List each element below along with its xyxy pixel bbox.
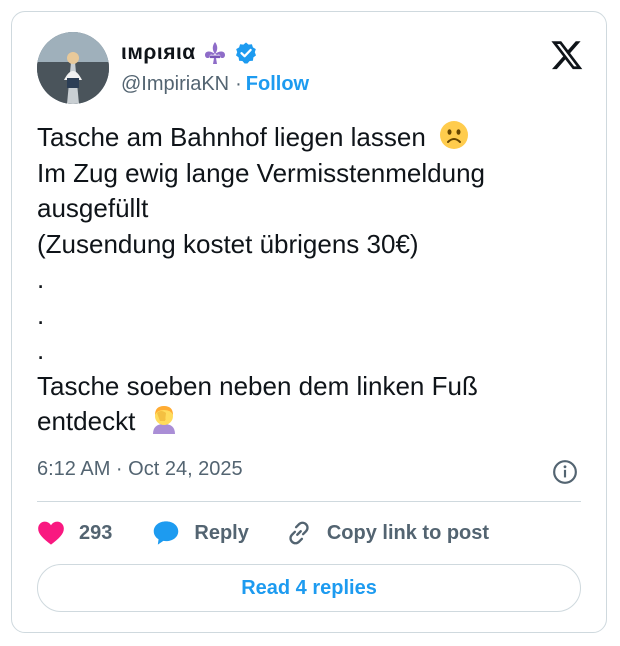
frown-emoji-icon <box>440 121 469 149</box>
author-handle-row: @ImpiriaKN · Follow <box>121 73 309 96</box>
post-line: Tasche am Bahnhof liegen lassen <box>37 120 587 156</box>
follow-button[interactable]: Follow <box>246 73 309 96</box>
action-bar: 293 Reply Copy link to post <box>37 518 489 548</box>
author-name-row: ιмριяια <box>121 40 258 66</box>
author-avatar[interactable] <box>37 32 109 104</box>
post-line-text: entdeckt <box>37 406 136 436</box>
copy-link-button[interactable]: Copy link to post <box>285 519 489 547</box>
post-line: ausgefüllt <box>37 193 149 223</box>
avatar-image <box>37 32 109 104</box>
post-line: . <box>37 264 45 294</box>
verified-badge-icon <box>235 42 256 64</box>
post-line: . <box>37 335 45 365</box>
post-line-text: Tasche am Bahnhof liegen lassen <box>37 122 426 152</box>
x-logo-icon[interactable] <box>550 38 584 72</box>
link-icon <box>289 521 309 545</box>
post-line: . <box>37 299 45 330</box>
copy-link-label: Copy link to post <box>326 521 490 544</box>
post-line: entdeckt <box>37 404 587 440</box>
post-line: Im Zug ewig lange Vermisstenmeldung <box>37 157 486 188</box>
handle-separator: · <box>235 73 242 95</box>
author-handle[interactable]: @ImpiriaKN <box>121 73 229 96</box>
like-count: 293 <box>79 521 113 544</box>
heart-icon <box>38 521 64 545</box>
like-button[interactable]: 293 <box>37 520 112 546</box>
post-timestamp[interactable]: 6:12 AM · Oct 24, 2025 <box>37 458 243 481</box>
read-replies-button[interactable]: Read 4 replies <box>37 564 581 612</box>
fleur-de-lis-icon <box>204 42 225 64</box>
reply-bubble-icon <box>154 521 179 545</box>
post-line: (Zusendung kostet übrigens 30€) <box>37 228 419 259</box>
post-line: Tasche soeben neben dem linken Fuß <box>37 370 478 401</box>
post-card: ιмριяια @ImpiriaKN · Follow Tasche am Ba… <box>11 11 607 633</box>
info-icon[interactable] <box>552 459 578 485</box>
author-display-name[interactable]: ιмριяια <box>121 41 196 65</box>
divider <box>37 501 581 502</box>
facepalm-emoji-icon <box>152 406 175 434</box>
post-text: Tasche am Bahnhof liegen lassen Im Zug e… <box>37 120 587 440</box>
reply-button[interactable]: Reply <box>152 520 249 546</box>
read-replies-label: Read 4 replies <box>241 576 377 599</box>
reply-label: Reply <box>194 521 249 544</box>
